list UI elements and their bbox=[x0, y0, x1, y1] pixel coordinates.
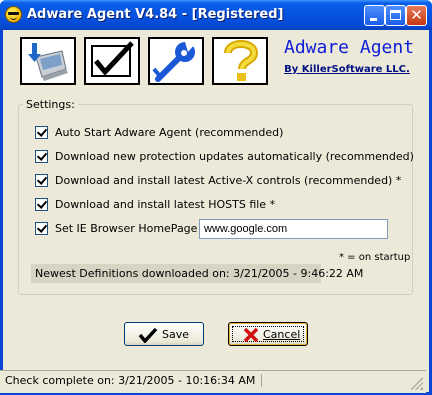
window-title: Adware Agent V4.84 - [Registered] bbox=[27, 7, 284, 22]
question-help-icon bbox=[224, 40, 259, 81]
startup-note: * = on startup bbox=[339, 252, 411, 263]
tools-button[interactable] bbox=[148, 37, 204, 85]
checkbox-download-updates[interactable] bbox=[35, 150, 48, 163]
minimize-icon bbox=[370, 18, 377, 21]
resize-grip-icon[interactable] bbox=[411, 378, 423, 390]
checkmark-icon bbox=[91, 41, 134, 77]
maximize-icon bbox=[390, 10, 401, 20]
scan-computer-icon bbox=[28, 43, 68, 81]
help-button[interactable] bbox=[212, 37, 268, 85]
wrench-tools-icon bbox=[152, 42, 197, 82]
settings-legend: Settings: bbox=[23, 98, 78, 111]
option-label: Auto Start Adware Agent (recommended) bbox=[55, 126, 284, 139]
brand-byline-link[interactable]: By KillerSoftware LLC. bbox=[284, 64, 410, 75]
definitions-status: Newest Definitions downloaded on: 3/21/2… bbox=[31, 264, 363, 283]
option-label: Set IE Browser HomePage to: bbox=[55, 222, 216, 235]
cancel-button[interactable]: Cancel bbox=[228, 322, 308, 346]
title-bar[interactable]: Adware Agent V4.84 - [Registered] ✕ bbox=[0, 0, 432, 30]
option-label: Download and install latest Active-X con… bbox=[55, 174, 402, 187]
smiley-app-icon bbox=[5, 6, 22, 23]
minimize-button[interactable] bbox=[364, 5, 385, 26]
checkbox-auto-start[interactable] bbox=[35, 126, 48, 139]
save-button[interactable]: Save bbox=[124, 322, 204, 346]
scan-button[interactable] bbox=[20, 37, 76, 85]
save-button-label: Save bbox=[162, 328, 190, 341]
checkbox-set-homepage[interactable] bbox=[35, 222, 48, 235]
checkmark-icon bbox=[138, 327, 158, 343]
settings-check-button[interactable] bbox=[84, 37, 140, 85]
status-text: Check complete on: 3/21/2005 - 10:16:34 … bbox=[5, 374, 263, 387]
close-icon: ✕ bbox=[410, 6, 423, 24]
homepage-input[interactable]: www.google.com bbox=[199, 219, 388, 239]
close-button[interactable]: ✕ bbox=[406, 5, 427, 26]
checkbox-hosts-file[interactable] bbox=[35, 198, 48, 211]
maximize-button[interactable] bbox=[385, 5, 406, 26]
brand-block: Adware Agent By KillerSoftware LLC. bbox=[284, 37, 415, 75]
cancel-button-label: Cancel bbox=[263, 328, 301, 341]
status-bar: Check complete on: 3/21/2005 - 10:16:34 … bbox=[0, 370, 426, 393]
checkbox-activex[interactable] bbox=[35, 174, 48, 187]
red-x-icon bbox=[243, 327, 259, 343]
option-label: Download and install latest HOSTS file * bbox=[55, 198, 276, 211]
brand-name: Adware Agent bbox=[284, 37, 415, 58]
option-label: Download new protection updates automati… bbox=[55, 150, 414, 163]
